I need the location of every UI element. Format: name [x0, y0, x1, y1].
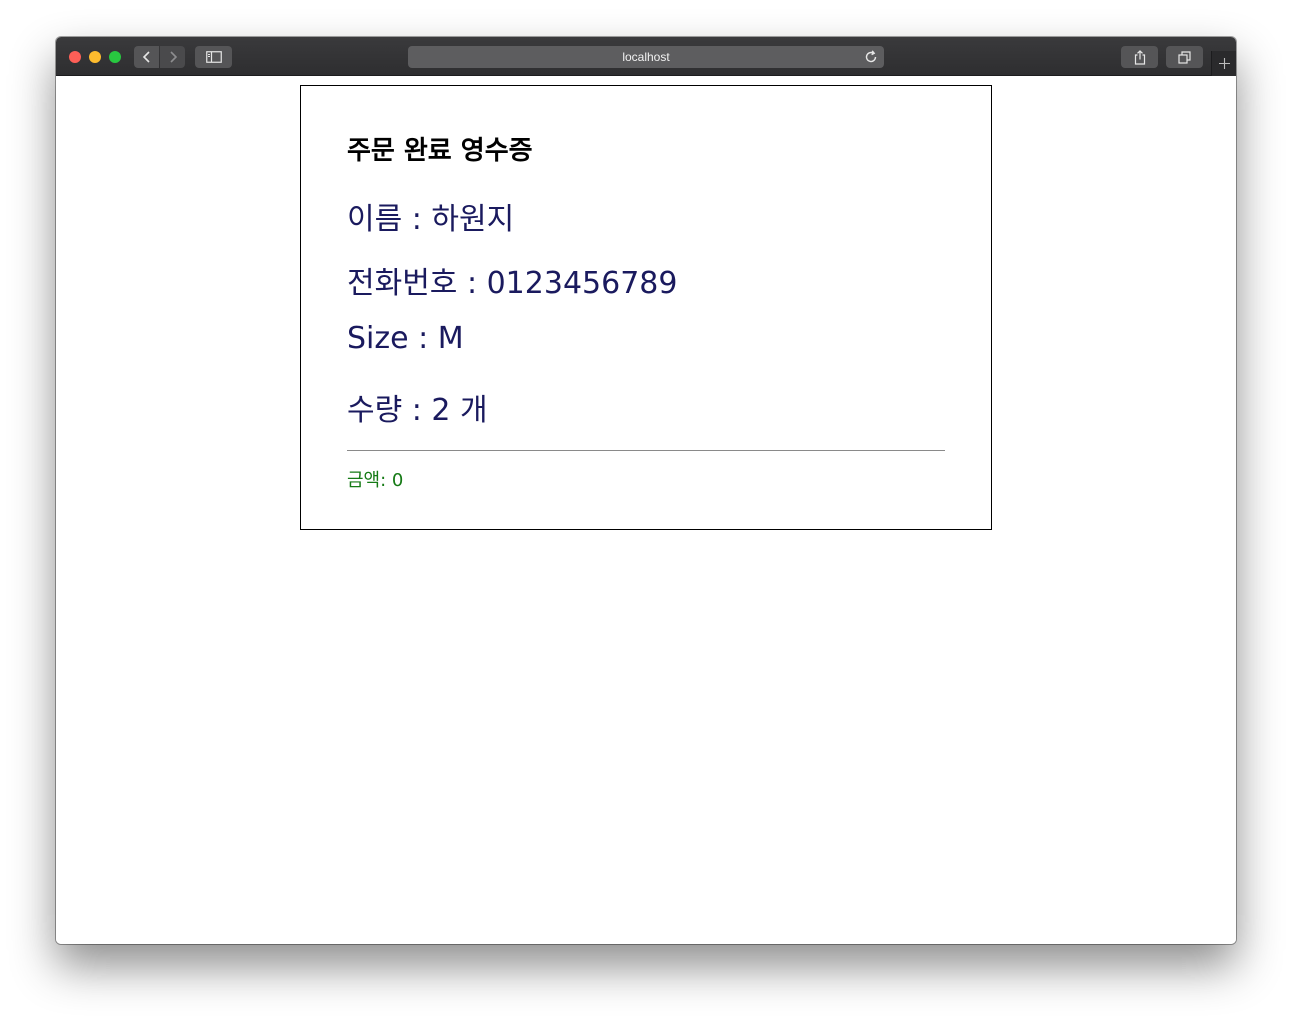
- address-text: localhost: [622, 50, 670, 64]
- size-value: M: [437, 321, 464, 356]
- address-bar[interactable]: localhost: [408, 46, 884, 68]
- share-button[interactable]: [1121, 46, 1158, 68]
- zoom-window-button[interactable]: [109, 51, 121, 63]
- chevron-left-icon: [142, 51, 150, 63]
- browser-window: localhost 주문 완료 영수증 이름: 하원지 전화번호: 0123…: [56, 37, 1236, 944]
- page-content: 주문 완료 영수증 이름 : 하원지 전화번호 : 0123456789 Siz…: [56, 76, 1236, 944]
- tab-overview-button[interactable]: [1166, 46, 1203, 68]
- tabs-icon: [1177, 50, 1191, 64]
- close-window-button[interactable]: [69, 51, 81, 63]
- browser-toolbar: localhost: [56, 37, 1236, 76]
- amount-value: 0: [391, 470, 404, 491]
- phone-value: 0123456789: [486, 266, 678, 301]
- amount-label: 금액: [347, 470, 381, 491]
- reload-icon[interactable]: [864, 50, 878, 64]
- quantity-unit: 개: [460, 393, 488, 428]
- phone-row: 전화번호 : 0123456789: [347, 266, 678, 301]
- divider: [347, 450, 945, 451]
- share-icon: [1134, 49, 1145, 65]
- size-row: Size : M: [347, 321, 464, 356]
- receipt-card: 주문 완료 영수증 이름 : 하원지 전화번호 : 0123456789 Siz…: [300, 85, 992, 530]
- chevron-right-icon: [169, 51, 177, 63]
- name-value: 하원지: [431, 202, 515, 237]
- back-button[interactable]: [134, 46, 159, 68]
- amount-row: 금액: 0: [347, 470, 404, 491]
- quantity-row: 수량 : 2 개: [347, 393, 488, 428]
- new-tab-button[interactable]: [1211, 51, 1236, 76]
- name-row: 이름 : 하원지: [347, 202, 515, 237]
- quantity-label: 수량: [347, 393, 403, 428]
- quantity-value: 2: [431, 393, 451, 428]
- forward-button[interactable]: [160, 46, 185, 68]
- sidebar-icon: [205, 51, 222, 63]
- name-label: 이름: [347, 202, 403, 237]
- minimize-window-button[interactable]: [89, 51, 101, 63]
- size-label: Size: [347, 321, 409, 356]
- sidebar-toggle-button[interactable]: [195, 46, 232, 68]
- phone-label: 전화번호: [347, 266, 458, 301]
- receipt-title: 주문 완료 영수증: [347, 136, 533, 166]
- plus-icon: [1218, 58, 1230, 69]
